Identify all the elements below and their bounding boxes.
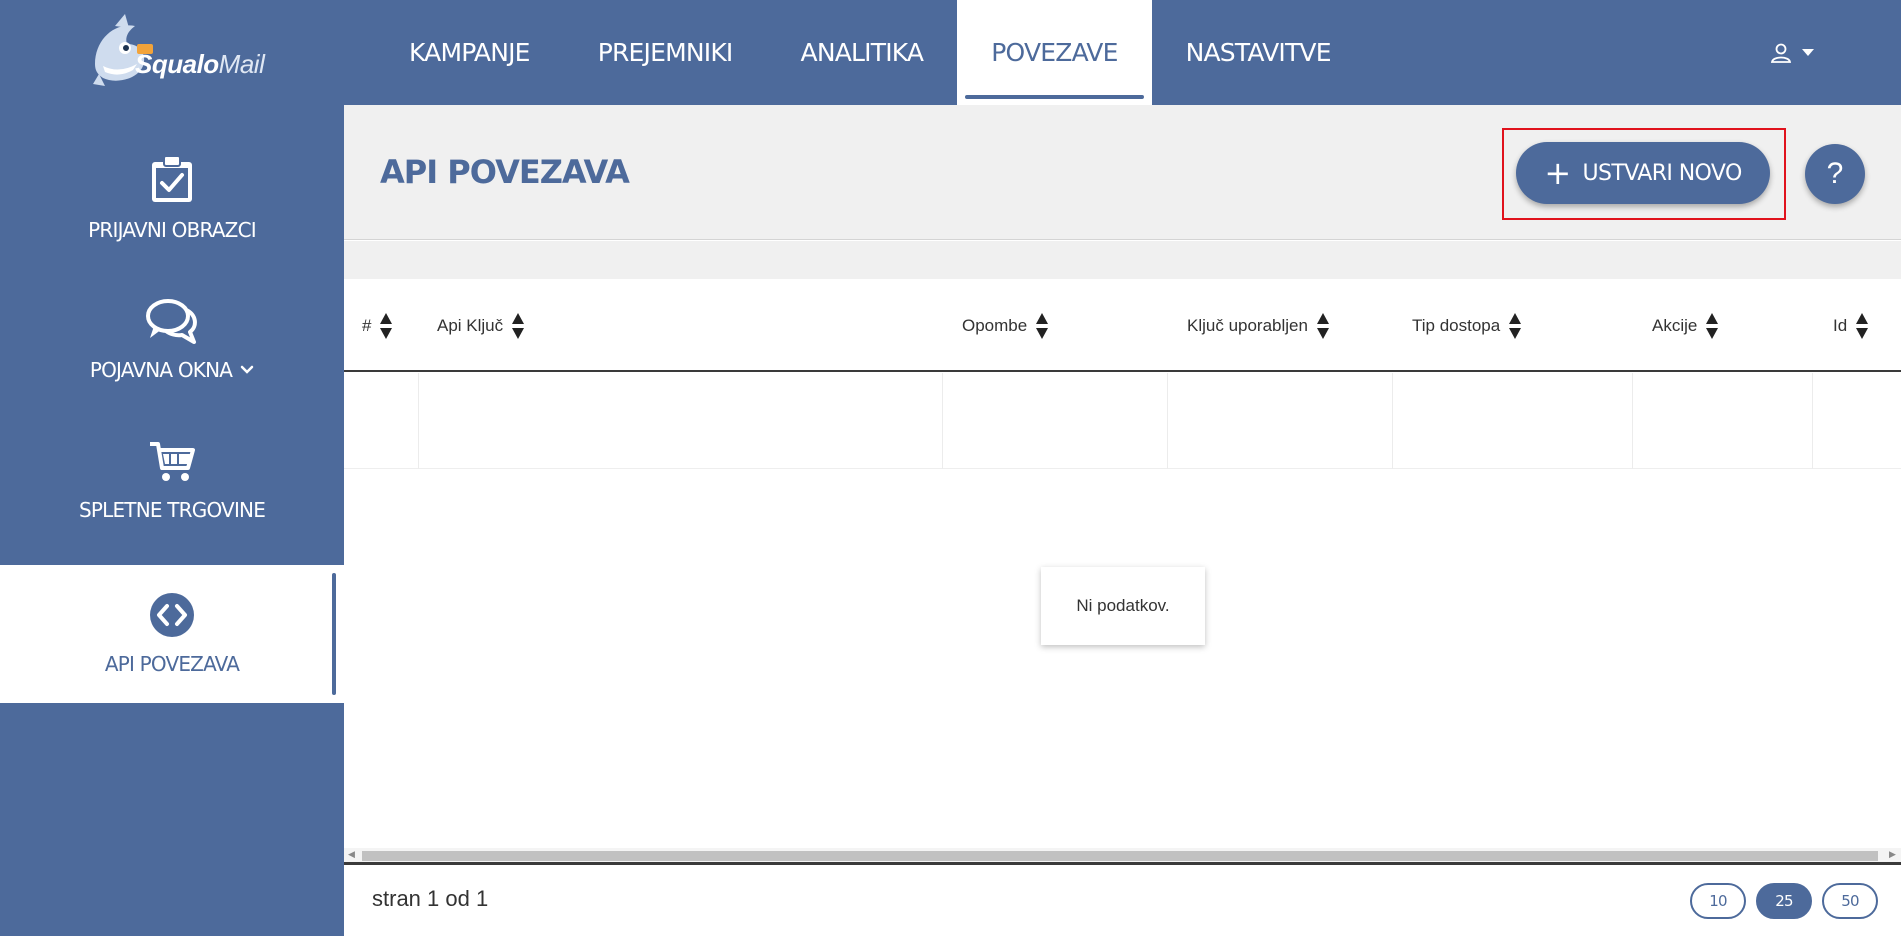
column-divider <box>418 373 419 469</box>
main-nav: KAMPANJE PREJEMNIKI ANALITIKA POVEZAVE N… <box>375 0 1365 105</box>
main-content: API POVEZAVA + USTVARI NOVO ? # Api Klju… <box>344 105 1901 936</box>
page-header: API POVEZAVA + USTVARI NOVO ? <box>344 105 1901 240</box>
sort-icon <box>1036 312 1049 339</box>
table-header: # Api Ključ Opombe Ključ uporabljen Tip … <box>344 279 1901 372</box>
horizontal-scrollbar[interactable]: ◀ ▶ <box>344 848 1901 865</box>
column-header-api-key[interactable]: Api Ključ <box>437 279 525 372</box>
column-header-id[interactable]: Id <box>1833 279 1869 372</box>
question-mark-icon: ? <box>1826 157 1844 190</box>
plus-icon: + <box>1544 154 1571 192</box>
scroll-left-icon[interactable]: ◀ <box>348 849 355 860</box>
scrollbar-thumb[interactable] <box>362 851 1878 861</box>
sidebar-item-label: PRIJAVNI OBRAZCI <box>88 218 257 242</box>
column-divider <box>942 373 943 469</box>
sidebar-item-label: API POVEZAVA <box>104 652 240 676</box>
sort-icon <box>1706 312 1719 339</box>
squalomail-logo[interactable]: SqualoMail <box>85 14 265 94</box>
sidebar-item-api-povezava[interactable]: API POVEZAVA <box>0 565 344 703</box>
user-menu[interactable] <box>1770 38 1830 68</box>
header-spacer <box>344 241 1901 279</box>
page-size-25-button[interactable]: 25 <box>1756 883 1812 919</box>
sidebar-item-pojavna-okna[interactable]: POJAVNA OKNA <box>0 271 344 409</box>
page-size-selector: 10 25 50 <box>1690 883 1878 919</box>
nav-item-analitika[interactable]: ANALITIKA <box>767 0 958 105</box>
nav-item-nastavitve[interactable]: NASTAVITVE <box>1152 0 1365 105</box>
caret-down-icon <box>1802 49 1814 56</box>
column-header-access-type[interactable]: Tip dostopa <box>1412 279 1522 372</box>
column-header-actions[interactable]: Akcije <box>1652 279 1719 372</box>
nav-item-kampanje[interactable]: KAMPANJE <box>375 0 564 105</box>
column-divider <box>1812 373 1813 469</box>
create-new-label: USTVARI NOVO <box>1582 160 1743 186</box>
help-button[interactable]: ? <box>1805 144 1865 204</box>
nav-item-povezave[interactable]: POVEZAVE <box>957 0 1152 105</box>
user-icon <box>1770 43 1792 63</box>
column-header-key-used[interactable]: Ključ uporabljen <box>1187 279 1330 372</box>
top-navigation-bar: SqualoMail KAMPANJE PREJEMNIKI ANALITIKA… <box>0 0 1901 105</box>
sidebar: PRIJAVNI OBRAZCI POJAVNA OKNA SPLETNE TR… <box>0 105 344 936</box>
column-divider <box>1392 373 1393 469</box>
page-size-50-button[interactable]: 50 <box>1822 883 1878 919</box>
no-data-message: Ni podatkov. <box>1041 567 1205 645</box>
sidebar-item-spletne-trgovine[interactable]: SPLETNE TRGOVINE <box>0 412 344 550</box>
clipboard-check-icon <box>152 156 192 202</box>
column-divider <box>1632 373 1633 469</box>
sort-icon <box>1856 312 1869 339</box>
code-icon <box>150 593 194 637</box>
sort-icon <box>512 312 525 339</box>
create-new-button[interactable]: + USTVARI NOVO <box>1516 142 1770 204</box>
chevron-down-icon <box>240 365 254 374</box>
sidebar-item-prijavni-obrazci[interactable]: PRIJAVNI OBRAZCI <box>0 130 344 268</box>
shopping-cart-icon <box>150 442 195 481</box>
scroll-right-icon[interactable]: ▶ <box>1889 849 1896 860</box>
table-row <box>344 373 1901 469</box>
sort-icon <box>1316 312 1329 339</box>
sort-icon <box>1509 312 1522 339</box>
column-header-notes[interactable]: Opombe <box>962 279 1049 372</box>
column-header-number[interactable]: # <box>362 279 393 372</box>
page-info: stran 1 od 1 <box>372 886 489 911</box>
page-title: API POVEZAVA <box>380 153 630 191</box>
nav-item-prejemniki[interactable]: PREJEMNIKI <box>564 0 767 105</box>
sort-icon <box>380 312 393 339</box>
chat-bubbles-icon <box>146 299 197 344</box>
sidebar-item-label: POJAVNA OKNA <box>90 358 254 382</box>
logo-wordmark: SqualoMail <box>135 49 265 79</box>
sidebar-item-label: SPLETNE TRGOVINE <box>78 498 266 522</box>
column-divider <box>1167 373 1168 469</box>
page-size-10-button[interactable]: 10 <box>1690 883 1746 919</box>
